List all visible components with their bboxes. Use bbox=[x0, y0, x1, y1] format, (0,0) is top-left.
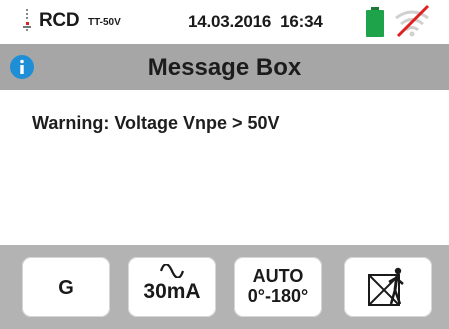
time-label: 16:34 bbox=[280, 12, 323, 31]
submode-label: TT-50V bbox=[88, 17, 121, 28]
message-area: Warning: Voltage Vnpe > 50V bbox=[0, 90, 449, 245]
person-crossed-icon bbox=[368, 267, 404, 306]
instrument-screen: RCD TT-50V 14.03.2016 16:34 Message Box … bbox=[0, 0, 449, 329]
softkey-person[interactable] bbox=[344, 257, 432, 317]
datetime: 14.03.2016 16:34 bbox=[188, 12, 323, 32]
rcd-icon bbox=[23, 9, 31, 31]
softkey-label: 30mA bbox=[143, 280, 201, 303]
softkey-current[interactable]: 30mA bbox=[128, 257, 216, 317]
wifi-disabled-icon bbox=[395, 4, 430, 38]
warning-message: Warning: Voltage Vnpe > 50V bbox=[32, 113, 280, 133]
title-bar: Message Box bbox=[0, 44, 449, 90]
date-label: 14.03.2016 bbox=[188, 12, 272, 31]
softkey-label-line2: 0°-180° bbox=[247, 286, 309, 306]
battery-icon bbox=[366, 7, 384, 37]
softkey-g[interactable]: G bbox=[22, 257, 110, 317]
mode-label: RCD bbox=[39, 10, 80, 31]
softkey-phase[interactable]: AUTO 0°-180° bbox=[234, 257, 322, 317]
softkey-label-line1: AUTO bbox=[252, 266, 304, 286]
sine-wave-icon bbox=[160, 264, 184, 278]
softkey-label: G bbox=[58, 277, 74, 299]
page-title: Message Box bbox=[147, 54, 302, 81]
softkey-bar: G 30mA AUTO 0°-180° bbox=[0, 245, 449, 329]
status-bar: RCD TT-50V 14.03.2016 16:34 bbox=[0, 0, 449, 42]
